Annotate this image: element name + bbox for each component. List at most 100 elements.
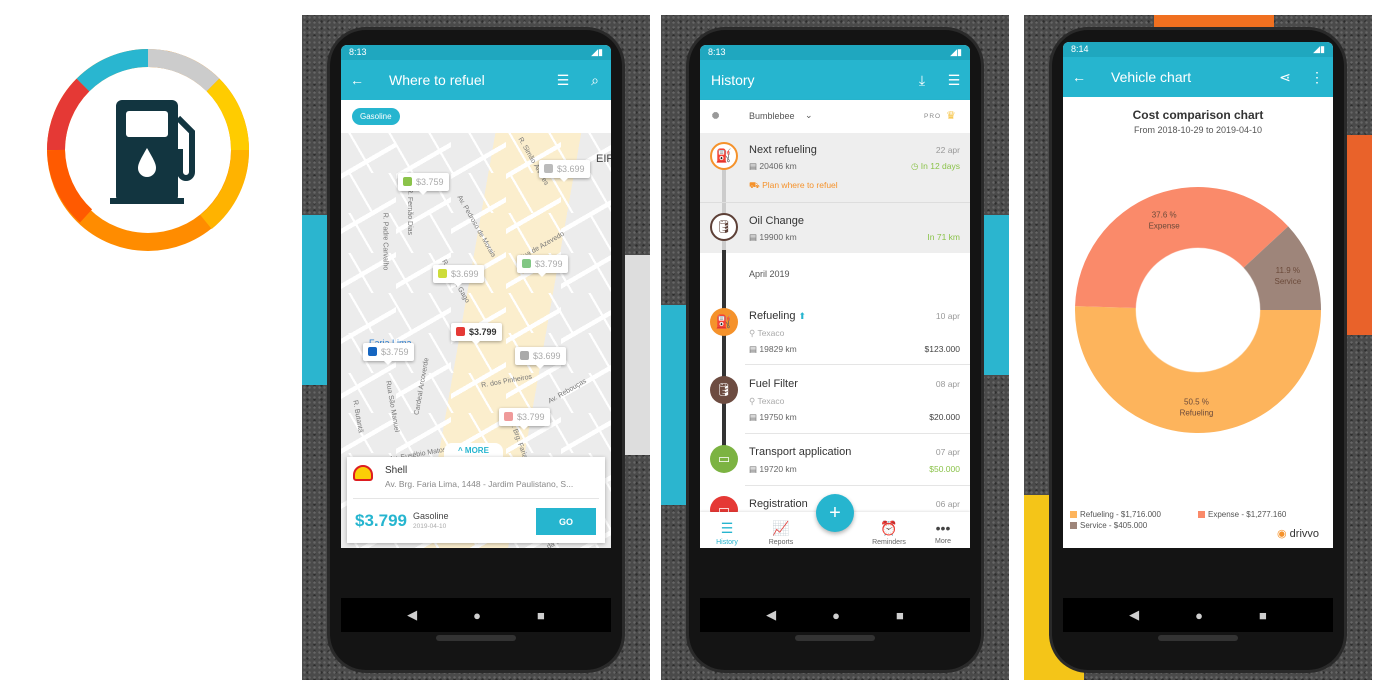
oil-can-icon: 🛢: [710, 213, 738, 241]
app-logo: [47, 49, 250, 251]
nav-home-icon[interactable]: ●: [1195, 608, 1203, 623]
vehicle-name: Bumblebee: [749, 111, 795, 121]
street-label: R. Butantã: [351, 399, 364, 434]
fuel-pump-icon: ⛽: [710, 308, 738, 336]
station-price-marker[interactable]: $3.799: [451, 323, 502, 345]
station-brand-icon: [403, 177, 412, 186]
nav-back-icon[interactable]: ◀: [1129, 607, 1139, 623]
fuel-filter-chip[interactable]: Gasoline: [352, 108, 400, 125]
search-icon[interactable]: ⌕: [579, 72, 611, 89]
item-amount: $20.000: [929, 412, 960, 422]
upcoming-due: ◷ In 12 days: [910, 161, 960, 171]
slice-percent-label: 37.6 %: [1152, 211, 1177, 220]
tab-more[interactable]: ••• More: [916, 512, 970, 545]
upcoming-odometer: ▤ 19900 km: [749, 232, 797, 242]
signal-battery-icon: ◢▮: [1313, 44, 1325, 54]
station-brand-icon: [520, 351, 529, 360]
tab-history[interactable]: ☰ History: [700, 512, 754, 546]
donut-chart: 50.5 % Refueling 37.6 % Expense 11.9 % Servic…: [1075, 187, 1321, 434]
item-odometer: ▤ 19829 km: [749, 344, 797, 354]
back-arrow-icon[interactable]: ←: [341, 72, 373, 88]
nav-recents-icon[interactable]: ■: [896, 608, 904, 623]
chart-icon: 📈: [772, 520, 790, 536]
item-title[interactable]: Refueling ⬆: [749, 310, 806, 322]
more-button[interactable]: ^ MORE: [444, 443, 503, 458]
marker-price: $3.699: [451, 269, 479, 279]
item-date: 07 apr: [935, 447, 960, 457]
marker-price: $3.699: [557, 164, 585, 174]
station-price-marker[interactable]: $3.799: [517, 255, 568, 277]
nav-recents-icon[interactable]: ■: [1259, 608, 1267, 623]
drivvo-logo: ◉ drivvo: [1277, 528, 1320, 540]
filter-icon[interactable]: ☰: [547, 72, 579, 89]
nav-home-icon[interactable]: ●: [473, 608, 481, 623]
phone: 8:14 ◢▮ ← Vehicle chart ⋖ ⋮ Cost comparis…: [1052, 30, 1344, 670]
nav-recents-icon[interactable]: ■: [537, 608, 545, 623]
station-price-marker[interactable]: $3.799: [499, 408, 550, 430]
page-title: Vehicle chart: [1111, 69, 1192, 85]
station-card[interactable]: Shell Av. Brg. Faria Lima, 1448 - Jardim…: [347, 457, 605, 543]
item-date: 06 apr: [935, 499, 960, 509]
street-label: R. Padre Carvalho: [381, 212, 389, 271]
station-brand-icon: [544, 164, 553, 173]
station-price-marker[interactable]: $3.699: [539, 160, 590, 182]
item-amount: $50.000: [929, 464, 960, 474]
tab-reminders[interactable]: ⏰ Reminders: [862, 512, 916, 546]
street-label: Av. Pedroso de Morais: [455, 194, 497, 259]
station-price-marker[interactable]: $3.759: [398, 173, 449, 195]
status-time: 8:13: [349, 47, 367, 57]
donut-inner-ring: [1135, 247, 1261, 373]
upcoming-due: In 71 km: [927, 232, 960, 242]
item-title[interactable]: Fuel Filter: [749, 378, 798, 390]
vehicle-selector[interactable]: ⯃ Bumblebee ⌄ PRO ♛: [700, 100, 970, 133]
slice-percent-label: 11.9 %: [1276, 266, 1300, 275]
station-name: Shell: [385, 465, 408, 476]
signal-battery-icon: ◢▮: [950, 47, 962, 57]
download-icon[interactable]: ⤓: [906, 72, 938, 89]
upcoming-title: Oil Change: [749, 215, 805, 227]
slice-percent-label: 50.5 %: [1184, 397, 1209, 406]
status-time: 8:13: [708, 47, 726, 57]
phone: 8:13 ◢▮ ← Where to refuel ☰ ⌕ Gasoline R.…: [330, 30, 622, 670]
nav-home-icon[interactable]: ●: [832, 608, 840, 623]
list-icon: ☰: [720, 520, 734, 536]
item-title[interactable]: Registration: [749, 498, 808, 510]
chart-subtitle: From 2018-10-29 to 2019-04-10: [1133, 125, 1263, 135]
item-place: ⚲ Texaco: [749, 396, 785, 406]
station-brand-icon: [504, 412, 513, 421]
overflow-menu-icon[interactable]: ⋮: [1301, 69, 1333, 86]
station-brand-icon: [522, 259, 531, 268]
go-button[interactable]: GO: [536, 508, 596, 535]
nav-back-icon[interactable]: ◀: [407, 607, 417, 623]
marker-price: $3.799: [517, 412, 545, 422]
marker-price: $3.699: [533, 351, 561, 361]
alarm-clock-icon: ⏰: [880, 520, 898, 536]
add-button[interactable]: +: [816, 494, 854, 532]
station-address: Av. Brg. Faria Lima, 1448 - Jardim Pauli…: [385, 479, 574, 489]
street-label: R. Fernão Dias: [406, 187, 414, 236]
share-icon[interactable]: ⋖: [1269, 69, 1301, 86]
nav-back-icon[interactable]: ◀: [766, 607, 776, 623]
station-price-marker[interactable]: $3.699: [515, 347, 566, 369]
item-odometer: ▤ 19750 km: [749, 412, 797, 422]
marker-price: $3.799: [469, 327, 497, 337]
item-title[interactable]: Transport application: [749, 446, 851, 458]
item-date: 08 apr: [935, 379, 960, 389]
screenshot-panel-history: 8:13 ◢▮ History ⤓ ☰ ⯃ Bumblebee ⌄ PRO ♛ ⛽…: [661, 15, 1009, 680]
fuel-pump-icon: ⛽: [710, 142, 738, 170]
back-arrow-icon[interactable]: ←: [1063, 69, 1095, 85]
filter-icon[interactable]: ☰: [938, 72, 970, 89]
station-price-marker[interactable]: $3.759: [363, 343, 414, 365]
oil-can-icon: 🛢: [710, 376, 738, 404]
card-plus-icon: ▭: [710, 445, 738, 473]
plan-refuel-link[interactable]: ⛟ Plan where to refuel: [749, 180, 838, 192]
screenshot-panel-chart: 8:14 ◢▮ ← Vehicle chart ⋖ ⋮ Cost comparis…: [1024, 15, 1372, 680]
price-date: 2019-04-10: [413, 523, 447, 530]
item-amount: $123.000: [924, 344, 960, 354]
tab-reports[interactable]: 📈 Reports: [754, 512, 808, 546]
marker-price: $3.759: [416, 177, 444, 187]
phone: 8:13 ◢▮ History ⤓ ☰ ⯃ Bumblebee ⌄ PRO ♛ ⛽…: [689, 30, 981, 670]
station-price-marker[interactable]: $3.699: [433, 265, 484, 287]
street-label: EIRO: [596, 153, 611, 165]
signal-battery-icon: ◢▮: [591, 47, 603, 57]
